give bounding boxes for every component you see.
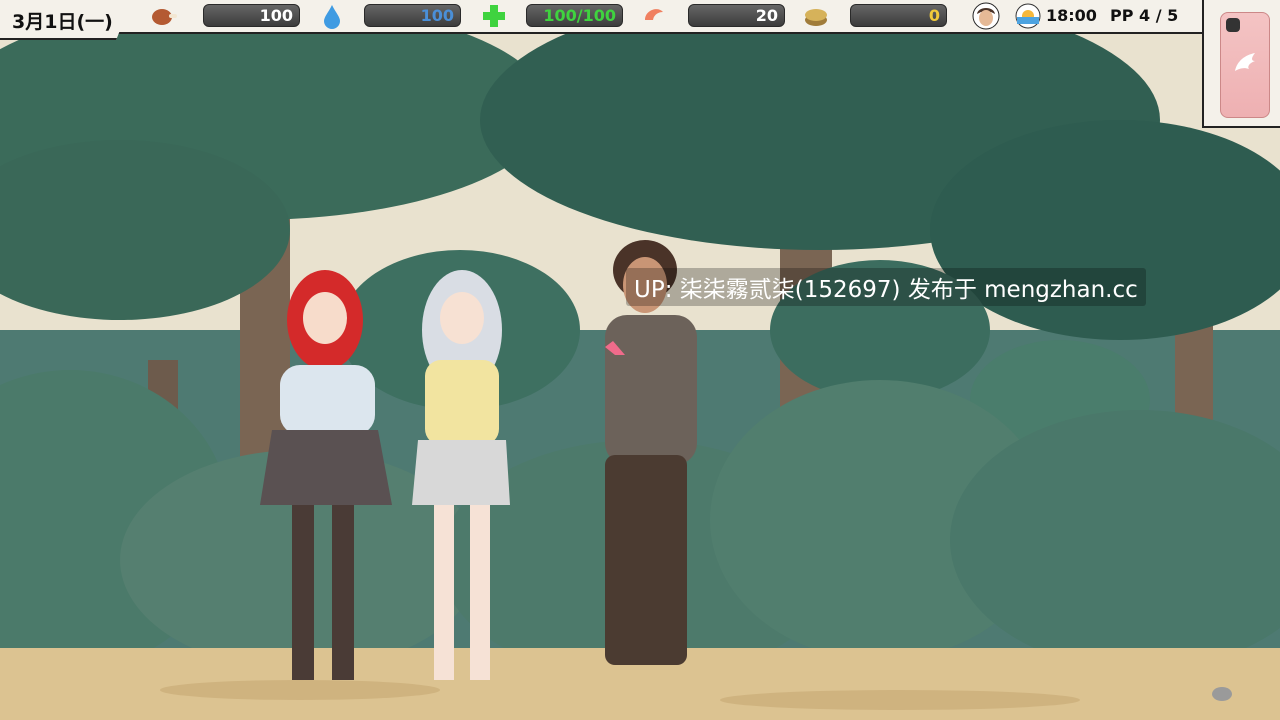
date-label: 3月1日(一) — [0, 0, 132, 40]
shrimp-value: 20 — [755, 6, 778, 25]
phone-button[interactable] — [1220, 12, 1270, 118]
green-cross-icon — [483, 5, 505, 27]
clock-text: 18:00 — [1046, 6, 1097, 25]
pp-counter: PP 4 / 5 — [1110, 6, 1179, 25]
food-value: 100 — [259, 6, 293, 25]
sunset-icon — [1015, 3, 1041, 29]
health-value: 100/100 — [543, 6, 616, 25]
shrimp-bar: 20 — [688, 4, 785, 27]
watermark-text: UP: 柒柒霧贰柒(152697) 发布于 mengzhan.cc — [626, 268, 1146, 306]
health-bar: 100/100 — [526, 4, 623, 27]
avatar[interactable] — [972, 2, 1000, 30]
silver-haired-girl[interactable] — [412, 270, 510, 680]
food-bar: 100 — [203, 4, 300, 27]
money-value: 0 — [928, 6, 940, 25]
phone-panel — [1202, 0, 1280, 128]
water-value: 100 — [420, 6, 454, 25]
money-bar: 0 — [850, 4, 947, 27]
top-status-bar: 100 100 100/100 20 0 18:00 PP 4 / 5 — [0, 0, 1280, 34]
water-drop-icon — [324, 5, 340, 29]
shrimp-icon — [645, 9, 663, 20]
red-haired-girl[interactable] — [260, 270, 392, 680]
coin-stack-icon — [805, 9, 827, 26]
wing-icon — [1235, 53, 1255, 71]
water-bar: 100 — [364, 4, 461, 27]
camera-icon — [1226, 18, 1240, 32]
characters-layer — [260, 240, 697, 680]
roast-meat-icon — [152, 9, 177, 25]
